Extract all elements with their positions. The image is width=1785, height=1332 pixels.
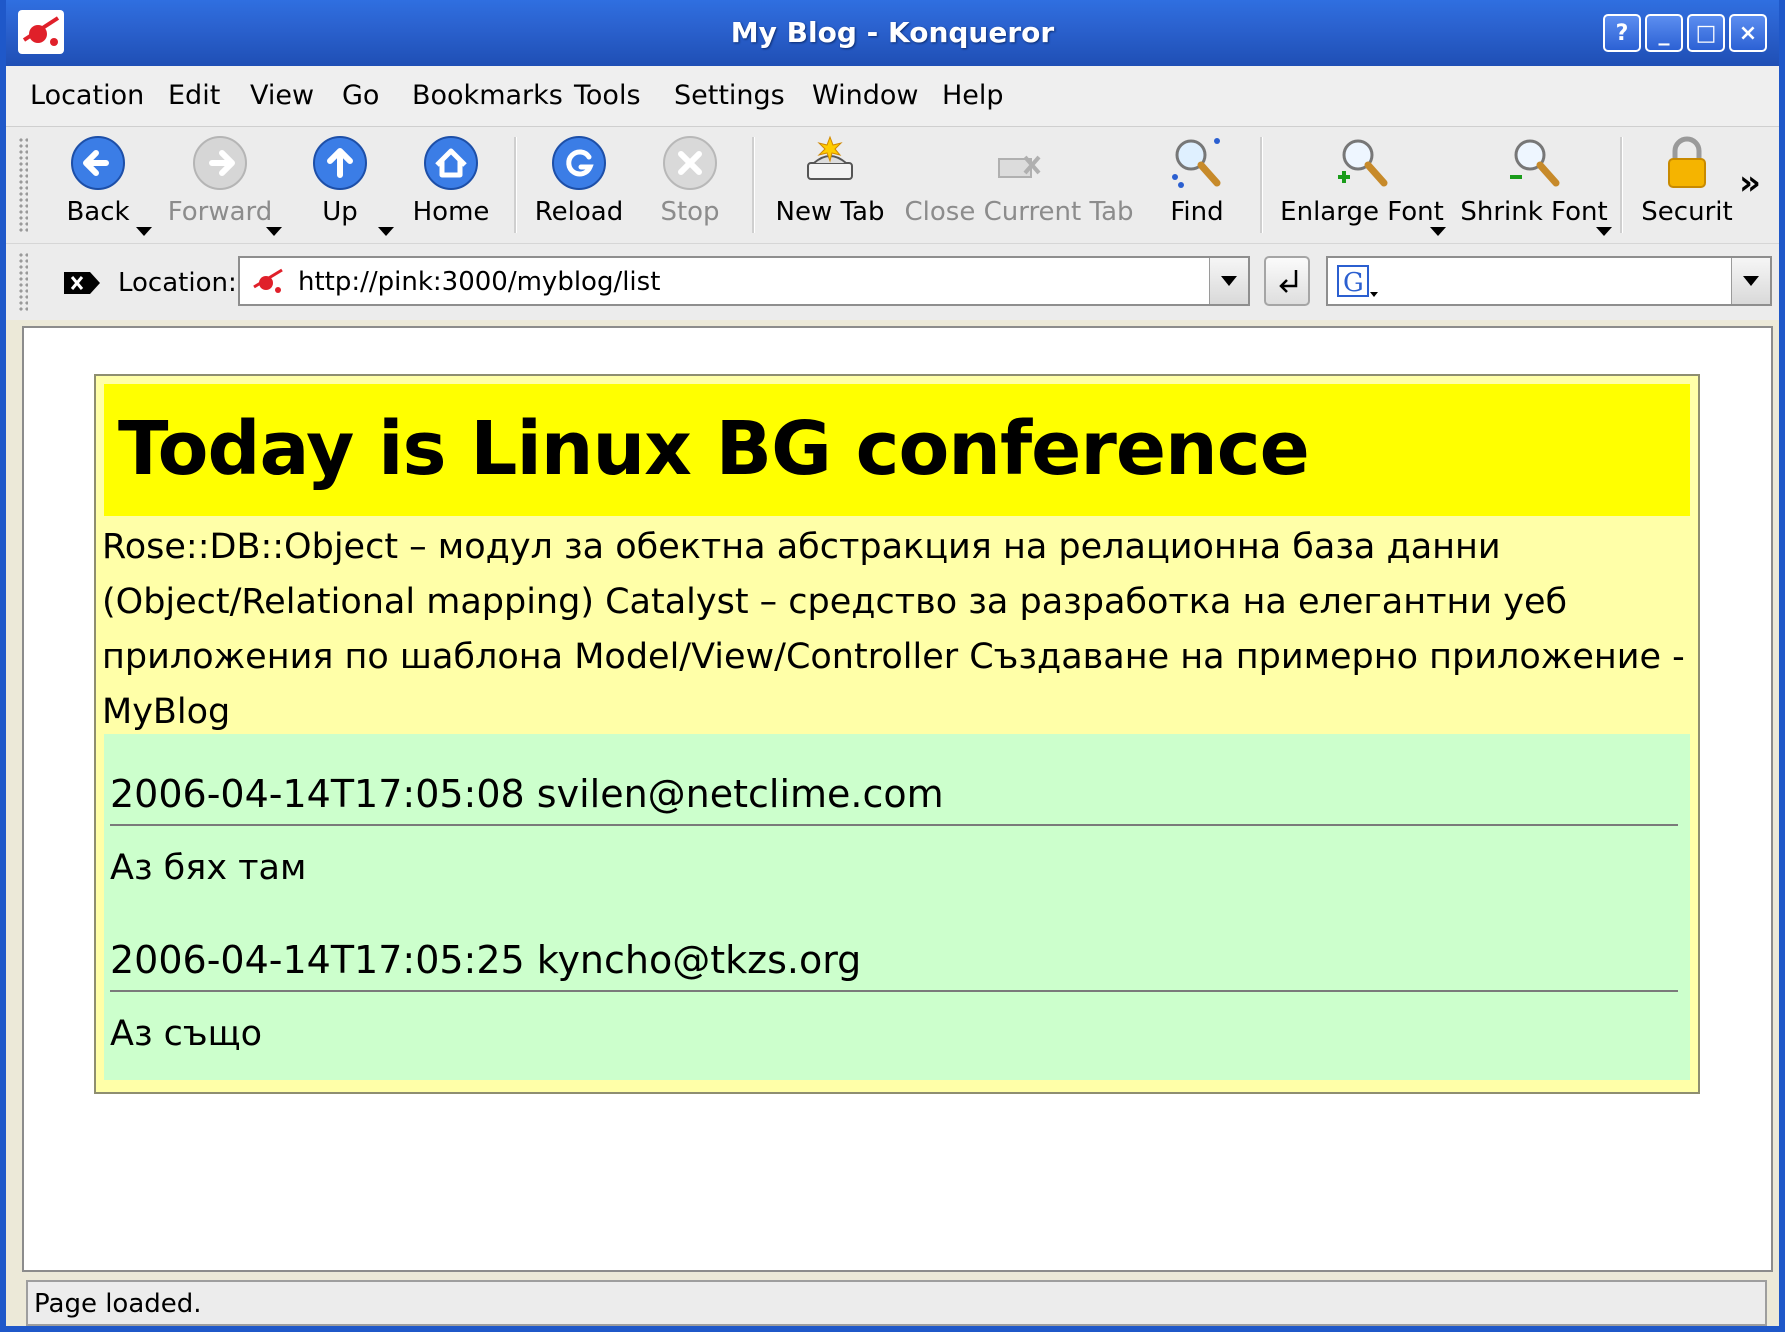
page-viewport[interactable]: Today is Linux BG conference Rose::DB::O… <box>22 326 1773 1272</box>
toolbar-grip[interactable] <box>18 137 28 233</box>
search-engine-dropdown[interactable] <box>1731 258 1770 304</box>
home-button[interactable]: Home <box>413 133 489 237</box>
svg-text:G: G <box>1343 268 1364 298</box>
location-grip[interactable] <box>18 252 28 312</box>
back-button[interactable]: Back <box>64 133 132 237</box>
toolbar-separator <box>514 137 517 233</box>
forward-history-dropdown[interactable] <box>266 227 282 236</box>
menu-view[interactable]: View <box>250 80 314 111</box>
close-tab-label: Close Current Tab <box>904 197 1134 227</box>
toolbar-overflow-icon[interactable]: » <box>1739 163 1761 203</box>
blog-post: Today is Linux BG conference Rose::DB::O… <box>94 374 1700 1094</box>
up-dropdown[interactable] <box>378 227 394 236</box>
back-arrow-icon <box>71 136 125 190</box>
menu-help[interactable]: Help <box>942 80 1004 111</box>
post-body: Rose::DB::Object – модул за обектна абст… <box>102 527 1685 732</box>
comment-body: Аз бях там <box>110 848 307 888</box>
comment-divider <box>110 824 1678 826</box>
url-input[interactable]: http://pink:3000/myblog/list <box>238 256 1250 306</box>
search-input[interactable]: G <box>1326 256 1772 306</box>
up-arrow-icon <box>313 136 367 190</box>
reload-button[interactable]: Reload <box>534 133 624 237</box>
comment-divider <box>110 990 1678 992</box>
menu-window[interactable]: Window <box>812 80 918 111</box>
google-search-icon[interactable]: G <box>1336 264 1382 300</box>
menu-edit[interactable]: Edit <box>168 80 220 111</box>
home-label: Home <box>412 197 490 227</box>
new-tab-button[interactable]: New Tab <box>774 133 886 237</box>
find-label: Find <box>1170 197 1224 227</box>
forward-arrow-icon <box>193 136 247 190</box>
location-label: Location: <box>118 268 237 298</box>
security-label: Securit <box>1641 197 1733 227</box>
enlarge-font-label: Enlarge Font <box>1280 197 1444 227</box>
title-bar[interactable]: My Blog - Konqueror ? _ □ × <box>6 0 1779 66</box>
reload-icon <box>552 136 606 190</box>
help-button[interactable]: ? <box>1603 14 1641 52</box>
shrink-font-label: Shrink Font <box>1460 197 1608 227</box>
location-toolbar: Location: http://pink:3000/myblog/list G <box>6 244 1779 320</box>
comment-body: Аз също <box>110 1014 263 1054</box>
toolbar-separator <box>1260 137 1263 233</box>
browser-window: My Blog - Konqueror ? _ □ × Location Edi… <box>0 0 1785 1332</box>
url-text: http://pink:3000/myblog/list <box>298 267 661 297</box>
back-history-dropdown[interactable] <box>136 227 152 236</box>
enter-arrow-icon <box>1279 270 1298 293</box>
menu-bar: Location Edit View Go Bookmarks Tools Se… <box>6 66 1779 127</box>
up-label: Up <box>322 197 358 227</box>
toolbar-separator <box>1620 137 1623 233</box>
toolbar-separator <box>752 137 755 233</box>
find-icon <box>1172 138 1221 188</box>
forward-label: Forward <box>167 197 273 227</box>
main-toolbar: Back Forward Up Home Reload Stop New Tab… <box>6 127 1779 244</box>
go-button[interactable] <box>1264 256 1310 306</box>
home-icon <box>424 136 478 190</box>
zoom-in-icon <box>1338 139 1388 187</box>
close-tab-icon <box>998 155 1041 178</box>
stop-icon <box>663 136 717 190</box>
lock-icon <box>1668 136 1706 188</box>
comment-header: 2006-04-14T17:05:25 kyncho@tkzs.org <box>110 938 862 982</box>
minimize-button[interactable]: _ <box>1645 14 1683 52</box>
post-title: Today is Linux BG conference <box>118 406 1310 492</box>
new-tab-icon <box>807 135 853 180</box>
comments-section: 2006-04-14T17:05:08 svilen@netclime.com … <box>104 734 1690 1080</box>
reload-label: Reload <box>534 197 624 227</box>
post-headline-box: Today is Linux BG conference <box>104 384 1690 516</box>
enlarge-font-button[interactable]: Enlarge Font <box>1280 133 1444 237</box>
find-button[interactable]: Find <box>1162 133 1232 237</box>
menu-location[interactable]: Location <box>30 80 144 111</box>
stop-label: Stop <box>660 197 720 227</box>
back-label: Back <box>66 197 130 227</box>
shrink-font-button[interactable]: Shrink Font <box>1460 133 1608 237</box>
menu-tools[interactable]: Tools <box>574 80 641 111</box>
enlarge-font-dropdown[interactable] <box>1430 227 1446 236</box>
site-favicon-icon <box>253 268 283 293</box>
comment-header: 2006-04-14T17:05:08 svilen@netclime.com <box>110 772 944 816</box>
stop-button[interactable]: Stop <box>654 133 726 237</box>
new-tab-label: New Tab <box>775 197 885 227</box>
zoom-out-icon <box>1510 139 1560 187</box>
status-text: Page loaded. <box>34 1289 202 1319</box>
close-tab-button[interactable]: Close Current Tab <box>904 133 1134 237</box>
clear-location-icon[interactable] <box>62 268 102 298</box>
url-history-dropdown[interactable] <box>1209 258 1248 304</box>
window-title: My Blog - Konqueror <box>730 16 1055 49</box>
shrink-font-dropdown[interactable] <box>1596 227 1612 236</box>
up-button[interactable]: Up <box>308 133 372 237</box>
close-button[interactable]: × <box>1729 14 1767 52</box>
security-button[interactable]: Securit <box>1640 133 1734 237</box>
menu-settings[interactable]: Settings <box>674 80 785 111</box>
forward-button[interactable]: Forward <box>167 133 273 237</box>
menu-go[interactable]: Go <box>342 80 379 111</box>
status-bar: Page loaded. <box>26 1280 1767 1326</box>
menu-bookmarks[interactable]: Bookmarks <box>412 80 563 111</box>
maximize-button[interactable]: □ <box>1687 14 1725 52</box>
